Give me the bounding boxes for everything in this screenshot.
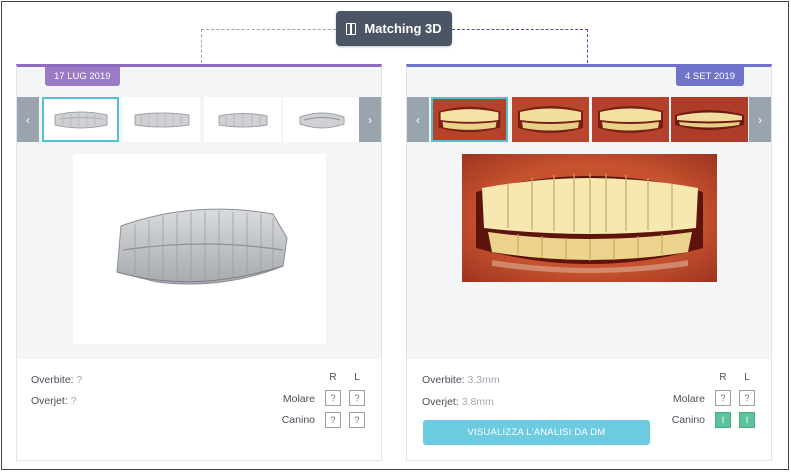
molare-r-box[interactable]: ?: [715, 390, 731, 406]
overbite-row-right: Overbite: 3.3mm: [422, 374, 500, 386]
thumbnail-scan-4[interactable]: [283, 97, 360, 142]
column-header-r: R: [329, 372, 337, 383]
scan-3d-view[interactable]: [73, 154, 326, 344]
book-icon: [346, 22, 357, 35]
thumbnail-photo-2[interactable]: [512, 97, 589, 142]
overjet-row-right: Overjet: 3.8mm: [422, 396, 494, 408]
thumbnail-photo-1[interactable]: [431, 97, 508, 142]
canino-l-box[interactable]: ?: [349, 412, 365, 428]
date-badge-left: 17 LUG 2019: [45, 67, 120, 86]
overjet-value: 3.8mm: [461, 396, 494, 408]
thumbnail-scan-3[interactable]: [204, 97, 281, 142]
dental-3d-model-icon: [116, 208, 288, 285]
date-badge-right: 4 SET 2019: [675, 67, 744, 86]
matching-3d-button[interactable]: Matching 3D: [336, 11, 452, 46]
canino-l-box[interactable]: I: [739, 412, 755, 428]
column-header-l: L: [744, 372, 750, 383]
connector-line-left: [201, 29, 336, 30]
molare-l-box[interactable]: ?: [349, 390, 365, 406]
molare-r-box[interactable]: ?: [325, 390, 341, 406]
teeth-photo-icon: [433, 99, 506, 140]
thumbnail-scan-1[interactable]: [42, 97, 119, 142]
view-dm-analysis-button[interactable]: VISUALIZZA L'ANALISI DA DM: [423, 420, 650, 445]
overjet-label: Overjet:: [31, 395, 68, 407]
thumbnail-photo-3[interactable]: [592, 97, 669, 142]
column-header-l: L: [354, 372, 360, 383]
chevron-left-icon: ‹: [26, 112, 30, 127]
chevron-right-icon: ›: [368, 112, 372, 127]
connector-line-right: [452, 29, 588, 30]
matching-3d-label: Matching 3D: [364, 21, 442, 36]
teeth-photo-icon: [671, 97, 748, 142]
overbite-value: ?: [76, 374, 83, 386]
dental-scan-icon: [299, 112, 344, 128]
dental-scan-icon: [134, 112, 189, 127]
thumbnail-photo-4[interactable]: [671, 97, 748, 142]
connector-line-left-drop: [201, 29, 202, 63]
teeth-photo-icon: [512, 97, 589, 142]
chevron-right-icon: ›: [758, 112, 762, 127]
thumbnail-next-button-left[interactable]: ›: [359, 97, 381, 142]
canino-r-box[interactable]: I: [715, 412, 731, 428]
overjet-value: ?: [70, 395, 77, 407]
thumbnail-prev-button-left[interactable]: ‹: [17, 97, 39, 142]
chevron-left-icon: ‹: [416, 112, 420, 127]
scan-panel-left: 17 LUG 2019 ‹ › Overbite: ? Overjet: ? R…: [16, 64, 382, 461]
intraoral-photo-view[interactable]: [462, 154, 717, 282]
column-header-r: R: [719, 372, 727, 383]
scan-panel-right: 4 SET 2019 ‹ › Overbite: 3.3mm Overjet: …: [406, 64, 772, 461]
canino-r-box[interactable]: ?: [325, 412, 341, 428]
overbite-label: Overbite:: [31, 374, 74, 386]
overbite-value: 3.3mm: [467, 374, 500, 386]
thumbnail-scan-2[interactable]: [123, 97, 200, 142]
molare-l-box[interactable]: ?: [739, 390, 755, 406]
thumbnail-prev-button-right[interactable]: ‹: [407, 97, 429, 142]
overbite-row-left: Overbite: ?: [31, 374, 82, 386]
canino-label: Canino: [281, 414, 315, 426]
teeth-photo-icon: [592, 97, 669, 142]
connector-line-right-drop: [587, 29, 588, 63]
overjet-row-left: Overjet: ?: [31, 395, 77, 407]
overbite-label: Overbite:: [422, 374, 465, 386]
molare-label: Molare: [282, 393, 315, 405]
thumbnail-next-button-right[interactable]: ›: [749, 97, 771, 142]
teeth-photo-large-icon: [462, 154, 717, 282]
dental-scan-icon: [54, 111, 107, 128]
overjet-label: Overjet:: [422, 396, 459, 408]
molare-label: Molare: [672, 393, 705, 405]
dental-scan-icon: [218, 112, 267, 127]
canino-label: Canino: [671, 414, 705, 426]
